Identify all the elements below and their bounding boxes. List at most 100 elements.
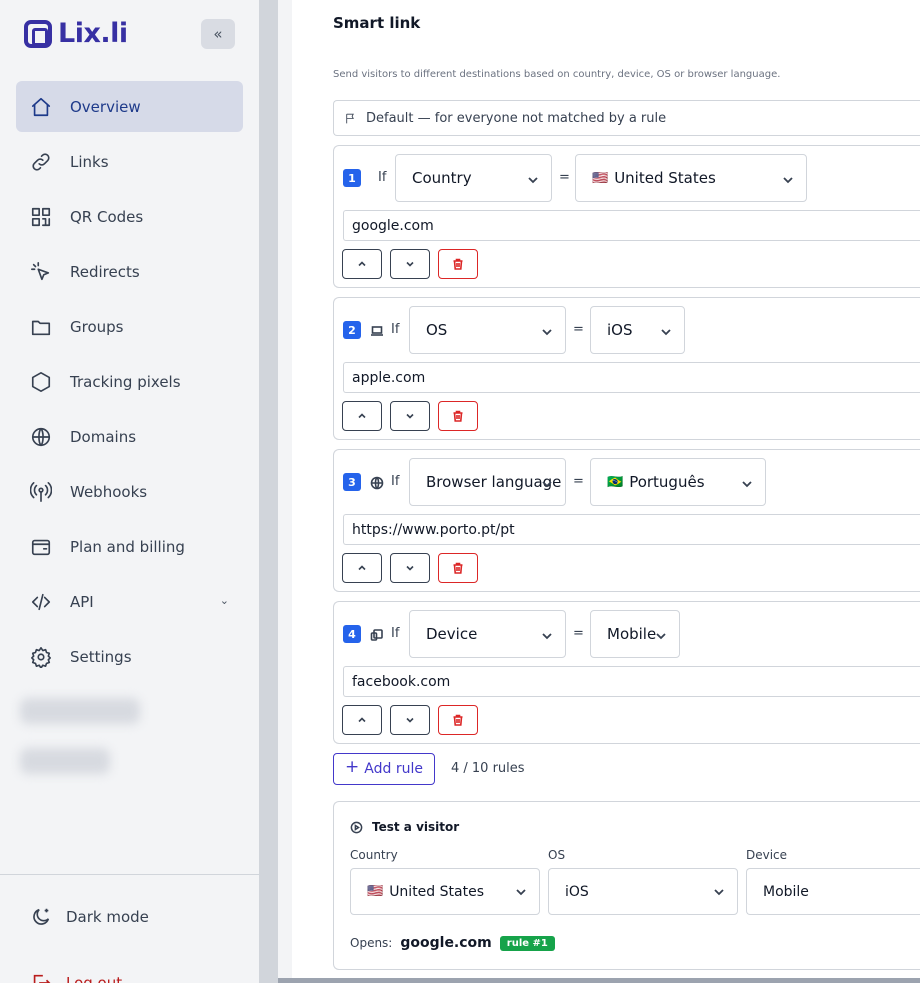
- chevron-up-icon: [358, 717, 366, 723]
- rule-if-label: If: [378, 170, 387, 185]
- rule-value: United States: [614, 169, 716, 187]
- move-up-button[interactable]: [342, 553, 382, 583]
- rule-type-select[interactable]: Device: [409, 610, 566, 658]
- rule-count: 4 / 10 rules: [451, 761, 525, 776]
- pointer-icon: [30, 261, 52, 283]
- chevron-down-icon: [527, 172, 539, 184]
- panel-scroll-edge: [278, 978, 920, 983]
- laptop-icon: [370, 323, 384, 337]
- sidebar-item-overview[interactable]: Overview: [16, 81, 243, 132]
- rule-destination-input[interactable]: apple.com: [343, 362, 920, 393]
- globe-icon: [30, 426, 52, 448]
- move-up-button[interactable]: [342, 401, 382, 431]
- add-rule-label: Add rule: [364, 761, 423, 777]
- rule-type-select[interactable]: Country: [395, 154, 552, 202]
- sidebar-item-links[interactable]: Links: [16, 136, 243, 187]
- move-down-button[interactable]: [390, 705, 430, 735]
- move-down-button[interactable]: [390, 401, 430, 431]
- rule-number: 3: [343, 473, 361, 491]
- smart-link-panel: Smart link Send visitors to different de…: [278, 0, 920, 978]
- logo[interactable]: Lix.li: [24, 18, 128, 49]
- devices-icon: [370, 627, 384, 641]
- plus-icon: +: [345, 757, 360, 777]
- test-country-value: United States: [389, 883, 484, 900]
- chevron-up-icon: [358, 565, 366, 571]
- chevrons-left-icon: «: [213, 25, 223, 43]
- blurred-item: [20, 748, 110, 774]
- test-device-value: Mobile: [763, 883, 809, 900]
- sidebar-item-webhooks[interactable]: Webhooks: [16, 466, 243, 517]
- delete-rule-button[interactable]: [438, 705, 478, 735]
- wallet-icon: [30, 536, 52, 558]
- rule-value-select[interactable]: Mobile: [590, 610, 680, 658]
- add-rule-button[interactable]: + Add rule: [333, 753, 435, 785]
- default-destination[interactable]: Default — for everyone not matched by a …: [333, 100, 920, 136]
- dark-mode-toggle[interactable]: Dark mode: [30, 906, 149, 928]
- delete-rule-button[interactable]: [438, 553, 478, 583]
- rule-value-select[interactable]: iOS: [590, 306, 685, 354]
- equals-label: =: [559, 170, 570, 185]
- rule-card: 4 If Device = Mobile facebook.com: [333, 601, 920, 744]
- sidebar-item-settings[interactable]: Settings: [16, 631, 243, 682]
- sidebar-nav: Overview Links QR Codes Redirects Groups…: [16, 81, 243, 686]
- delete-rule-button[interactable]: [438, 401, 478, 431]
- test-os-value: iOS: [565, 883, 589, 900]
- trash-icon: [453, 562, 463, 574]
- panel-description: Send visitors to different destinations …: [333, 69, 781, 80]
- rule-destination-input[interactable]: facebook.com: [343, 666, 920, 697]
- sidebar-item-tracking-pixels[interactable]: Tracking pixels: [16, 356, 243, 407]
- rule-card: 2 If OS = iOS apple.com: [333, 297, 920, 440]
- equals-label: =: [573, 322, 584, 337]
- rule-number: 1: [343, 169, 361, 187]
- sidebar-item-label: Tracking pixels: [70, 372, 181, 391]
- chevron-down-icon: [541, 324, 553, 336]
- overlay-gutter: [259, 0, 278, 983]
- antenna-icon: [30, 481, 52, 503]
- test-visitor-title: Test a visitor: [350, 820, 459, 834]
- chevron-down-icon: [406, 261, 414, 267]
- move-down-button[interactable]: [390, 249, 430, 279]
- equals-label: =: [573, 474, 584, 489]
- rule-type-select[interactable]: Browser language: [409, 458, 566, 506]
- chevron-down-icon: [741, 476, 753, 488]
- rule-value-select[interactable]: 🇺🇸 United States: [575, 154, 807, 202]
- country-label: Country: [350, 848, 398, 862]
- sidebar-item-groups[interactable]: Groups: [16, 301, 243, 352]
- test-os-select[interactable]: iOS: [548, 868, 738, 915]
- rule-type-select[interactable]: OS: [409, 306, 566, 354]
- opens-value: google.com: [400, 935, 492, 951]
- rule-value-select[interactable]: 🇧🇷 Português: [590, 458, 766, 506]
- delete-rule-button[interactable]: [438, 249, 478, 279]
- move-down-button[interactable]: [390, 553, 430, 583]
- rule-card: 1 If Country = 🇺🇸 United States google.c…: [333, 145, 920, 288]
- hexagon-icon: [30, 371, 52, 393]
- trash-icon: [453, 410, 463, 422]
- sidebar-item-label: Domains: [70, 427, 137, 446]
- sidebar-item-label: API: [70, 592, 94, 611]
- chevron-up-icon: [358, 413, 366, 419]
- sidebar-item-redirects[interactable]: Redirects: [16, 246, 243, 297]
- sidebar-item-domains[interactable]: Domains: [16, 411, 243, 462]
- default-label: Default — for everyone not matched by a …: [366, 110, 667, 126]
- rule-destination-input[interactable]: https://www.porto.pt/pt: [343, 514, 920, 545]
- sidebar-item-plan-and-billing[interactable]: Plan and billing: [16, 521, 243, 572]
- trash-icon: [453, 714, 463, 726]
- rule-number: 2: [343, 321, 361, 339]
- chevron-up-icon: [358, 261, 366, 267]
- move-up-button[interactable]: [342, 249, 382, 279]
- sidebar-item-qr-codes[interactable]: QR Codes: [16, 191, 243, 242]
- test-country-select[interactable]: 🇺🇸 United States: [350, 868, 540, 915]
- sidebar-item-label: Plan and billing: [70, 537, 185, 556]
- rule-destination-input[interactable]: google.com: [343, 210, 920, 241]
- sidebar-item-api[interactable]: API ⌄: [16, 576, 243, 627]
- flag-icon: [346, 113, 354, 123]
- logout-button[interactable]: Log out: [30, 972, 122, 983]
- collapse-sidebar-button[interactable]: «: [201, 19, 235, 49]
- rule-if-label: If: [391, 322, 400, 337]
- test-device-select[interactable]: Mobile: [746, 868, 920, 915]
- chevron-down-icon: [406, 717, 414, 723]
- move-up-button[interactable]: [342, 705, 382, 735]
- chevron-down-icon: [541, 628, 553, 640]
- equals-label: =: [573, 626, 584, 641]
- logout-label: Log out: [66, 974, 123, 983]
